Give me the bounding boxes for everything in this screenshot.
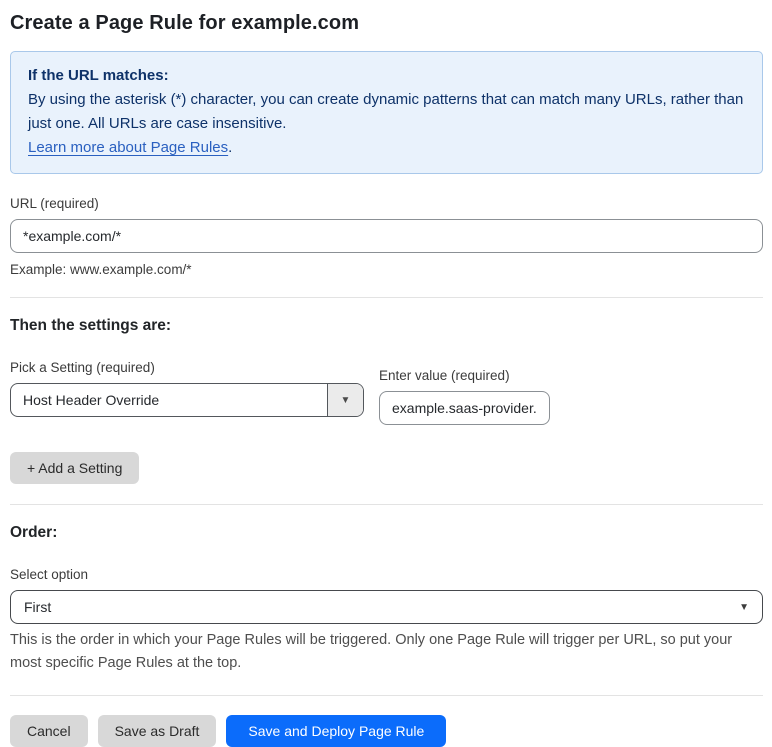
url-input[interactable] — [10, 219, 763, 253]
setting-value-label: Enter value (required) — [379, 368, 510, 383]
page-title: Create a Page Rule for example.com — [10, 12, 360, 34]
chevron-down-icon: ▼ — [739, 601, 749, 613]
divider — [10, 504, 763, 505]
order-select-label: Select option — [10, 567, 89, 582]
divider — [10, 695, 763, 696]
order-hint: This is the order in which your Page Rul… — [10, 632, 733, 671]
info-box-link-line: Learn more about Page Rules. — [28, 136, 745, 160]
setting-select-label: Pick a Setting (required) — [10, 360, 155, 375]
info-box-body: By using the asterisk (*) character, you… — [28, 91, 744, 132]
settings-section-heading: Then the settings are: — [10, 317, 172, 334]
url-field-label: URL (required) — [10, 196, 99, 211]
chevron-down-icon: ▼ — [340, 394, 351, 406]
setting-select[interactable]: Host Header Override ▼ — [10, 383, 364, 417]
url-match-info-box: If the URL matches: By using the asteris… — [10, 51, 763, 174]
setting-value-input[interactable] — [379, 391, 550, 425]
info-box-heading: If the URL matches: — [28, 67, 169, 84]
setting-select-arrow-button[interactable]: ▼ — [327, 384, 363, 416]
order-select-value: First — [24, 599, 52, 615]
order-section-heading: Order: — [10, 524, 58, 541]
setting-select-column: Pick a Setting (required) Host Header Ov… — [10, 360, 364, 417]
url-field-hint: Example: www.example.com/* — [10, 262, 192, 277]
footer-actions: Cancel Save as Draft Save and Deploy Pag… — [10, 715, 763, 747]
save-deploy-button[interactable]: Save and Deploy Page Rule — [226, 715, 447, 747]
save-draft-button[interactable]: Save as Draft — [97, 715, 217, 747]
settings-row: Pick a Setting (required) Host Header Ov… — [10, 360, 763, 425]
setting-select-value: Host Header Override — [23, 392, 160, 408]
order-select[interactable]: First ▼ — [10, 590, 763, 624]
cancel-button[interactable]: Cancel — [10, 715, 88, 747]
add-setting-button[interactable]: + Add a Setting — [10, 452, 140, 484]
link-period: . — [228, 139, 233, 156]
setting-value-column: Enter value (required) — [379, 368, 550, 425]
learn-more-link[interactable]: Learn more about Page Rules — [28, 139, 228, 156]
page-rule-form: Create a Page Rule for example.com If th… — [0, 0, 772, 747]
divider — [10, 297, 763, 298]
